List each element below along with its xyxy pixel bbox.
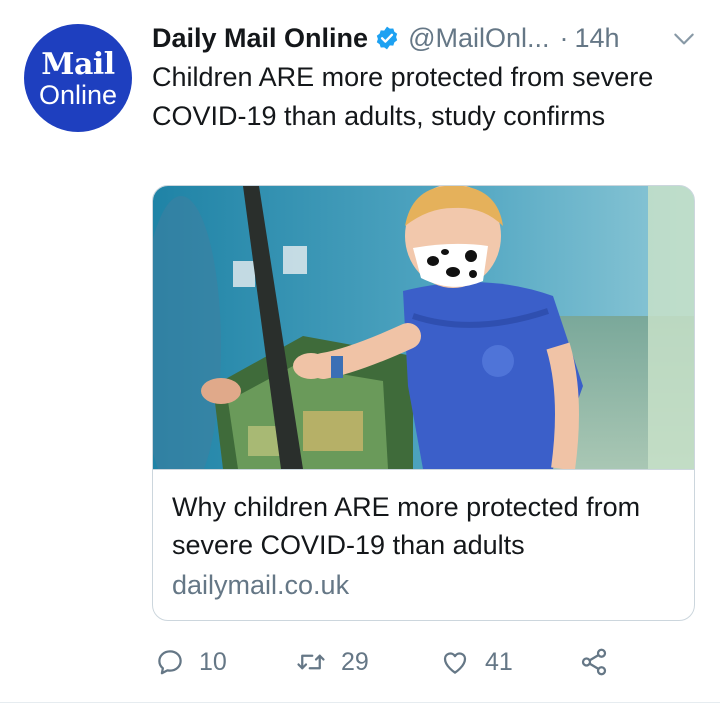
tweet-actions: 10 29 41 [155, 640, 625, 684]
like-count: 41 [485, 647, 513, 676]
reply-count: 10 [199, 647, 227, 676]
verified-badge-icon [374, 25, 400, 51]
retweet-count: 29 [341, 647, 369, 676]
avatar-brand-bottom: Online [38, 79, 118, 110]
reply-button[interactable]: 10 [155, 640, 227, 684]
avatar-brand-top: Mail [41, 46, 115, 82]
link-card[interactable]: Why children ARE more protected from sev… [152, 185, 695, 621]
header-separator: · [559, 22, 569, 53]
card-domain: dailymail.co.uk [172, 570, 350, 600]
card-title[interactable]: Why children ARE more protected from sev… [172, 488, 672, 564]
tweet-header: Daily Mail Online @MailOnl... · 14h [152, 18, 697, 58]
share-icon [579, 647, 609, 677]
tweet-timestamp[interactable]: 14h [575, 23, 620, 54]
display-name[interactable]: Daily Mail Online [152, 23, 368, 54]
tweet-text: Children ARE more protected from severe … [152, 62, 654, 131]
chevron-down-icon[interactable] [671, 26, 697, 52]
account-avatar[interactable]: Mail Online [24, 24, 132, 132]
photo-of-masked-child-icon [153, 186, 694, 496]
share-button[interactable] [579, 640, 609, 684]
account-handle[interactable]: @MailOnl... [408, 23, 549, 54]
retweet-button[interactable]: 29 [295, 640, 369, 684]
retweet-icon [295, 647, 327, 677]
like-button[interactable]: 41 [439, 640, 513, 684]
heart-icon [439, 647, 471, 677]
reply-icon [155, 647, 185, 677]
divider [0, 702, 720, 703]
